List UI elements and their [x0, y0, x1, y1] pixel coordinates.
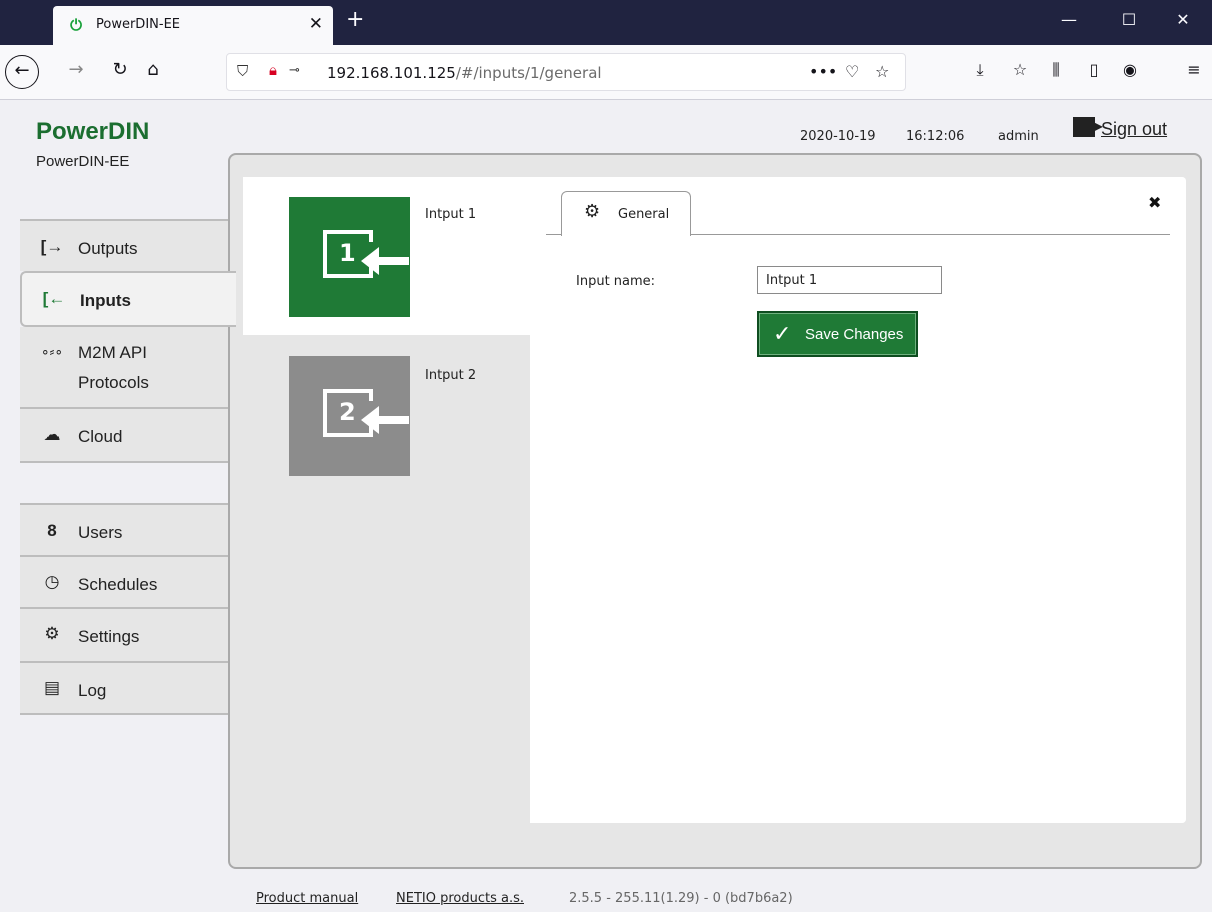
inputs-icon: [←	[42, 289, 66, 308]
page-actions-icon[interactable]: •••	[809, 62, 837, 81]
arrow-icon	[377, 416, 409, 424]
sidebar-item-cloud[interactable]: ☁︎ Cloud	[20, 407, 228, 461]
sidebar-item-outputs[interactable]: [→ Outputs	[20, 219, 228, 271]
product-manual-link[interactable]: Product manual	[256, 891, 358, 906]
close-icon[interactable]: ✖	[1148, 193, 1161, 212]
maximize-icon[interactable]: ☐	[1106, 10, 1152, 29]
header-user: admin	[998, 129, 1039, 144]
gear-icon: ⚙	[44, 624, 60, 643]
outputs-icon: [→	[40, 237, 64, 256]
input-tile-1[interactable]: 1	[289, 197, 410, 317]
pocket-icon[interactable]: ♡	[845, 62, 859, 81]
insecure-lock-icon[interactable]: 🔒︎	[269, 61, 277, 79]
save-changes-button[interactable]: ✓ Save Changes	[757, 311, 918, 357]
reload-icon[interactable]: ↻	[107, 59, 133, 80]
device-name: PowerDIN-EE	[36, 153, 130, 170]
bookmarks-icon[interactable]: ☆	[1008, 60, 1032, 79]
input-label-2[interactable]: Intput 2	[425, 368, 476, 383]
m2m-icon: ∘⸗∘	[40, 343, 64, 359]
brand-title: PowerDIN	[36, 118, 150, 145]
sidebar-item-settings[interactable]: ⚙ Settings	[20, 607, 228, 661]
sidebar-item-users[interactable]: 8 Users	[20, 503, 228, 555]
sidebar-item-schedules[interactable]: ◷ Schedules	[20, 555, 228, 607]
forward-icon[interactable]: →	[63, 59, 89, 80]
home-icon[interactable]: ⌂	[140, 59, 166, 80]
arrow-icon	[377, 257, 409, 265]
input-name-field[interactable]	[757, 266, 942, 294]
close-window-icon[interactable]: ✕	[1160, 10, 1206, 29]
version-text: 2.5.5 - 255.11(1.29) - 0 (bd7b6a2)	[569, 891, 793, 906]
download-icon[interactable]: ⤓	[968, 60, 992, 80]
new-tab-icon[interactable]: +	[346, 7, 364, 32]
back-icon[interactable]: ←	[5, 55, 39, 89]
sidebar-item-log[interactable]: ▤ Log	[20, 661, 228, 713]
log-icon: ▤	[43, 678, 61, 697]
power-icon: ⏻	[70, 16, 82, 34]
cloud-icon: ☁︎	[43, 425, 61, 444]
sidebar-item-inputs[interactable]: [← Inputs	[20, 271, 236, 327]
header-date: 2020-10-19	[800, 129, 876, 144]
browser-tab[interactable]: ⏻ PowerDIN-EE ✕	[53, 6, 333, 45]
sidebar-item-m2m-api[interactable]: ∘⸗∘ M2M API Protocols	[20, 327, 228, 407]
sign-out-icon	[1073, 117, 1103, 137]
check-icon: ✓	[773, 321, 792, 346]
url-bar[interactable]: ⛉ 🔒︎ ⊸ 192.168.101.125/#/inputs/1/genera…	[226, 53, 906, 91]
browser-tab-bar: ⏻ PowerDIN-EE ✕ + — ☐ ✕	[0, 0, 1212, 45]
close-tab-icon[interactable]: ✕	[309, 14, 323, 34]
sidebar-divider	[20, 713, 228, 715]
menu-icon[interactable]: ≡	[1182, 60, 1206, 79]
shield-icon[interactable]: ⛉	[237, 62, 248, 80]
input-tile-2[interactable]: 2	[289, 356, 410, 476]
account-icon[interactable]: ◉	[1118, 60, 1142, 79]
clock-icon: ◷	[44, 572, 60, 591]
url-text[interactable]: 192.168.101.125/#/inputs/1/general	[327, 64, 602, 82]
arrow-head-icon	[361, 406, 379, 434]
gear-icon: ⚙	[584, 201, 601, 222]
arrow-head-icon	[361, 247, 379, 275]
key-icon[interactable]: ⊸	[289, 63, 300, 78]
sign-out-link[interactable]: Sign out	[1073, 117, 1167, 140]
bookmark-star-icon[interactable]: ☆	[875, 62, 889, 81]
browser-tab-title: PowerDIN-EE	[96, 17, 180, 32]
users-icon: 8	[47, 521, 57, 540]
input-label-1[interactable]: Intput 1	[425, 207, 476, 222]
input-name-label: Input name:	[576, 274, 656, 289]
sidebar-icon[interactable]: ▯	[1082, 60, 1106, 79]
browser-nav-bar: ← → ↻ ⌂ ⛉ 🔒︎ ⊸ 192.168.101.125/#/inputs/…	[0, 45, 1212, 100]
company-link[interactable]: NETIO products a.s.	[396, 891, 524, 906]
library-icon[interactable]: ⫼	[1044, 60, 1068, 80]
minimize-icon[interactable]: —	[1046, 10, 1092, 29]
sidebar-divider	[20, 461, 228, 463]
header-time: 16:12:06	[906, 129, 965, 144]
tab-general[interactable]: ⚙ General	[561, 191, 691, 236]
